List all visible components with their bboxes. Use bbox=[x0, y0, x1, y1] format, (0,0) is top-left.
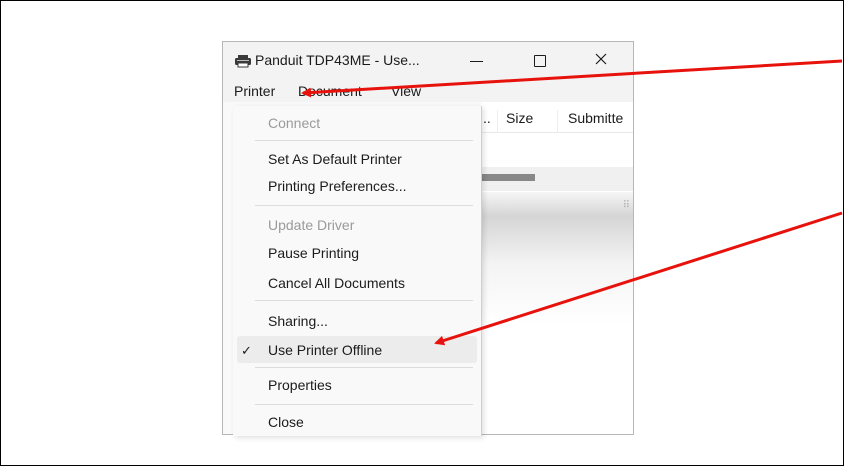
annotation-overlay bbox=[301, 59, 843, 346]
annotation-arrow-offline bbox=[434, 211, 843, 346]
annotation-arrow-menu bbox=[301, 59, 843, 98]
